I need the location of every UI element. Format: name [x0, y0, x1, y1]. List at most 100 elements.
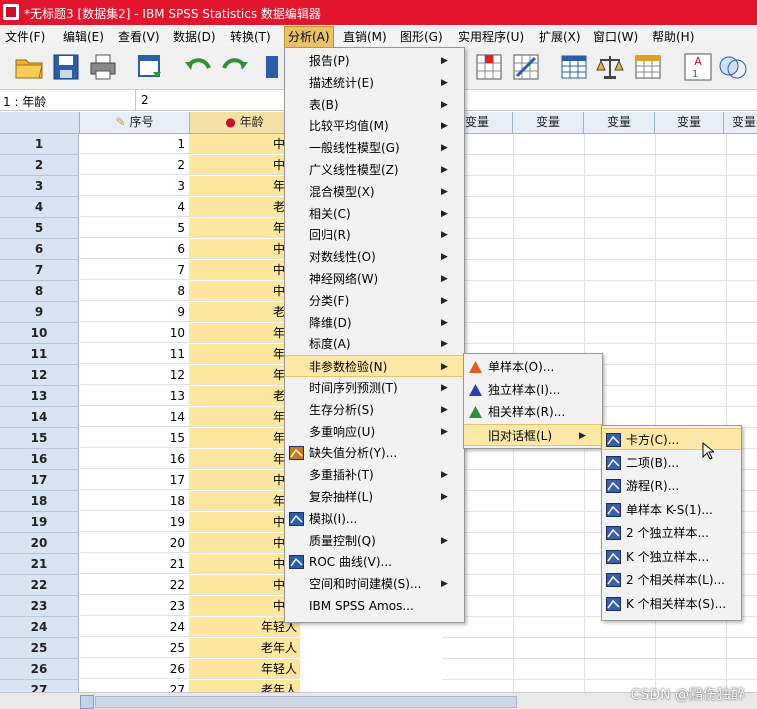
- menu-item[interactable]: 报告(P) ▶: [285, 50, 464, 72]
- empty-cell[interactable]: [584, 218, 656, 239]
- spss-app-icon[interactable]: [3, 4, 19, 20]
- cell-seq[interactable]: 6: [80, 239, 190, 259]
- column-header-seq[interactable]: ✎ 序号: [80, 112, 190, 134]
- row-header[interactable]: 1: [0, 134, 79, 155]
- scroll-thumb[interactable]: [95, 696, 517, 708]
- cell-seq[interactable]: 18: [80, 491, 190, 511]
- cell-seq[interactable]: 12: [80, 365, 190, 385]
- empty-cell[interactable]: [655, 155, 727, 176]
- cell-seq[interactable]: 16: [80, 449, 190, 469]
- menu-direct-marketing[interactable]: 直销(M): [343, 28, 387, 45]
- empty-cell[interactable]: [584, 323, 656, 344]
- menu-item[interactable]: 一般线性模型(G) ▶: [285, 137, 464, 159]
- cell-seq[interactable]: 22: [80, 575, 190, 595]
- empty-cell[interactable]: [513, 239, 585, 260]
- menu-item[interactable]: 相关样本(R)...: [464, 401, 602, 423]
- menu-item[interactable]: 分类(F) ▶: [285, 290, 464, 312]
- cell-seq[interactable]: 21: [80, 554, 190, 574]
- empty-cell[interactable]: [513, 134, 585, 155]
- data-grid-icon[interactable]: [559, 52, 589, 82]
- empty-cell[interactable]: [513, 281, 585, 302]
- menu-item[interactable]: 回归(R) ▶: [285, 224, 464, 246]
- select-cases-icon[interactable]: [633, 52, 663, 82]
- empty-cell[interactable]: [724, 176, 757, 197]
- row-header[interactable]: 17: [0, 470, 79, 491]
- cell-seq[interactable]: 20: [80, 533, 190, 553]
- menu-item[interactable]: 复杂抽样(L) ▶: [285, 486, 464, 508]
- cell-seq[interactable]: 26: [80, 659, 190, 679]
- menu-window[interactable]: 窗口(W): [593, 28, 638, 45]
- row-header[interactable]: 16: [0, 449, 79, 470]
- row-header[interactable]: 11: [0, 344, 79, 365]
- row-header[interactable]: 5: [0, 218, 79, 239]
- empty-cell[interactable]: [513, 323, 585, 344]
- cell-seq[interactable]: 14: [80, 407, 190, 427]
- cell-seq[interactable]: 13: [80, 386, 190, 406]
- save-icon[interactable]: [51, 52, 81, 82]
- empty-cell[interactable]: [655, 218, 727, 239]
- menu-item[interactable]: 二项(B)...: [602, 452, 741, 474]
- row-header[interactable]: 23: [0, 596, 79, 617]
- menu-view[interactable]: 查看(V): [118, 28, 160, 45]
- empty-cell[interactable]: [655, 239, 727, 260]
- menu-item[interactable]: 单样本(O)...: [464, 356, 602, 378]
- cell-seq[interactable]: 7: [80, 260, 190, 280]
- empty-cell[interactable]: [584, 197, 656, 218]
- value-labels-icon[interactable]: A1: [683, 52, 713, 82]
- empty-cell[interactable]: [584, 638, 656, 659]
- row-header[interactable]: 18: [0, 491, 79, 512]
- empty-cell[interactable]: [584, 302, 656, 323]
- empty-cell[interactable]: [513, 659, 585, 680]
- row-header[interactable]: 22: [0, 575, 79, 596]
- empty-cell[interactable]: [655, 659, 727, 680]
- column-header-var[interactable]: 变量: [724, 112, 757, 134]
- empty-cell[interactable]: [513, 218, 585, 239]
- cell-seq[interactable]: 17: [80, 470, 190, 490]
- menu-item[interactable]: 模拟(I)...: [285, 508, 464, 530]
- empty-cell[interactable]: [442, 638, 514, 659]
- menu-item[interactable]: 空间和时间建模(S)... ▶: [285, 573, 464, 595]
- menu-item[interactable]: 2 个独立样本...: [602, 522, 741, 544]
- empty-cell[interactable]: [724, 218, 757, 239]
- menu-edit[interactable]: 编辑(E): [63, 28, 104, 45]
- menu-item[interactable]: 时间序列预测(T) ▶: [285, 377, 464, 399]
- empty-cell[interactable]: [724, 344, 757, 365]
- empty-cell[interactable]: [724, 302, 757, 323]
- row-header[interactable]: 20: [0, 533, 79, 554]
- empty-cell[interactable]: [655, 386, 727, 407]
- row-header[interactable]: 13: [0, 386, 79, 407]
- empty-cell[interactable]: [724, 365, 757, 386]
- cell-seq[interactable]: 2: [80, 155, 190, 175]
- empty-cell[interactable]: [513, 533, 585, 554]
- cell-seq[interactable]: 11: [80, 344, 190, 364]
- row-header[interactable]: 25: [0, 638, 79, 659]
- print-icon[interactable]: [88, 52, 118, 82]
- cell-seq[interactable]: 3: [80, 176, 190, 196]
- menu-item[interactable]: 独立样本(I)...: [464, 379, 602, 401]
- empty-cell[interactable]: [655, 302, 727, 323]
- empty-cell[interactable]: [513, 176, 585, 197]
- empty-cell[interactable]: [513, 260, 585, 281]
- empty-cell[interactable]: [584, 176, 656, 197]
- cell-seq[interactable]: 9: [80, 302, 190, 322]
- menu-item[interactable]: 缺失值分析(Y)...: [285, 442, 464, 464]
- row-header[interactable]: 15: [0, 428, 79, 449]
- menu-file[interactable]: 文件(F): [5, 28, 45, 45]
- menu-item[interactable]: 生存分析(S) ▶: [285, 399, 464, 421]
- row-header[interactable]: 6: [0, 239, 79, 260]
- empty-cell[interactable]: [513, 449, 585, 470]
- menu-item[interactable]: 旧对话框(L) ▶: [464, 423, 602, 446]
- menu-item[interactable]: IBM SPSS Amos...: [285, 595, 464, 617]
- empty-cell[interactable]: [655, 260, 727, 281]
- row-header[interactable]: 21: [0, 554, 79, 575]
- empty-cell[interactable]: [724, 155, 757, 176]
- menu-utilities[interactable]: 实用程序(U): [458, 28, 524, 45]
- weight-cases-icon[interactable]: [595, 52, 625, 82]
- menu-item[interactable]: 质量控制(Q) ▶: [285, 530, 464, 552]
- menu-item[interactable]: 2 个相关样本(L)...: [602, 569, 741, 591]
- cell-seq[interactable]: 25: [80, 638, 190, 658]
- menu-graphs[interactable]: 图形(G): [400, 28, 443, 45]
- empty-cell[interactable]: [724, 323, 757, 344]
- empty-cell[interactable]: [724, 638, 757, 659]
- menu-help[interactable]: 帮助(H): [652, 28, 694, 45]
